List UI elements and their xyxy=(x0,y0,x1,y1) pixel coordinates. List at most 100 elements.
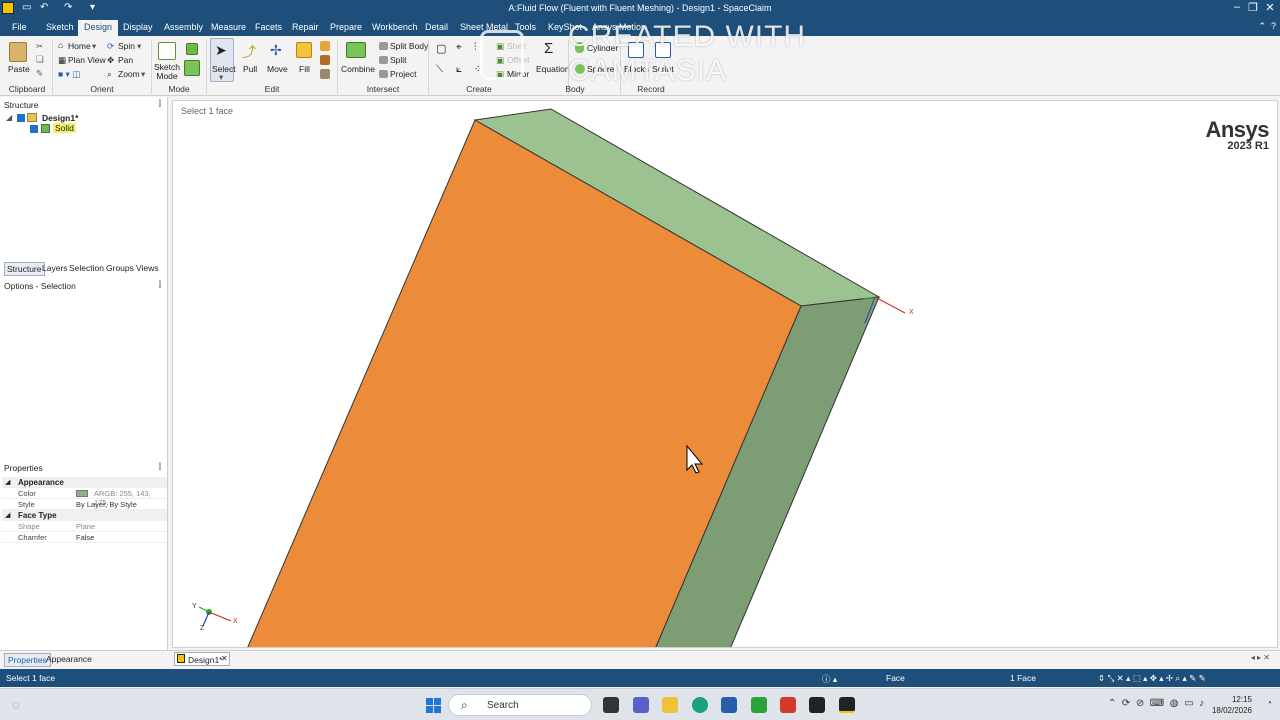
tab-repair[interactable]: Repair xyxy=(286,20,325,35)
camtasia-recorder-icon[interactable] xyxy=(751,697,767,713)
close-icon[interactable]: ✕ xyxy=(1261,1,1279,14)
split-button[interactable]: Split xyxy=(390,55,407,65)
subtab-groups[interactable]: Groups xyxy=(104,262,136,274)
tab-facets[interactable]: Facets xyxy=(249,20,288,35)
project-button[interactable]: Project xyxy=(390,69,416,79)
zoom-dropdown-icon[interactable]: ▾ xyxy=(141,69,145,80)
subtab-layers[interactable]: Layers xyxy=(40,262,70,274)
shell-icon[interactable]: ▣ xyxy=(496,41,504,52)
property-row-style[interactable]: Style By Layer, By Style xyxy=(2,499,167,510)
tab-scroll-arrows-icon[interactable]: ◂ ▸ ✕ xyxy=(1251,653,1270,662)
script-button[interactable]: Script xyxy=(652,64,674,74)
split-body-button[interactable]: Split Body xyxy=(390,41,428,51)
line-icon[interactable]: ⟍ xyxy=(436,64,443,75)
script-icon[interactable] xyxy=(655,42,671,58)
tab-tools[interactable]: Tools xyxy=(509,20,542,35)
subtab-selection[interactable]: Selection xyxy=(67,262,106,274)
pull-icon[interactable]: ⤴ xyxy=(242,42,256,62)
spin-dropdown-icon[interactable]: ▾ xyxy=(137,41,141,52)
cylinder-button[interactable]: Cylinder xyxy=(587,43,618,53)
mirror-button[interactable]: Mirror xyxy=(507,69,529,79)
home-button[interactable]: Home xyxy=(68,41,91,51)
ribbon-help-icon[interactable]: ⌃ ? xyxy=(1258,21,1276,32)
sketch-mode-icon[interactable] xyxy=(158,42,176,60)
paste-icon[interactable] xyxy=(9,42,27,62)
status-tool-icons[interactable]: ⇕ ⤡ ✕ ▴ ⬚ ▴ ✥ ▴ ✢ ⌕ ▴ ✎ ✎ xyxy=(1098,673,1206,684)
tab-display[interactable]: Display xyxy=(117,20,159,35)
tree-item-solid[interactable]: Solid xyxy=(26,123,156,135)
tab-file[interactable]: File xyxy=(6,20,33,35)
plane-icon[interactable]: ⌖ xyxy=(456,42,462,53)
tab-workbench[interactable]: Workbench xyxy=(366,20,423,35)
document-tab-close-icon[interactable]: ✕ xyxy=(221,654,228,663)
sphere-button[interactable]: Sphere xyxy=(587,64,614,74)
pull-button[interactable]: Pull xyxy=(243,64,257,74)
3d-viewport[interactable]: Select 1 face Ansys 2023 R1 X X Y Z xyxy=(172,100,1278,648)
origin-icon[interactable]: ⟀ xyxy=(456,64,462,75)
property-category-face-type[interactable]: ◢ Face Type xyxy=(2,510,167,521)
tab-sheet-metal[interactable]: Sheet Metal xyxy=(454,20,514,35)
teams-icon[interactable] xyxy=(633,697,649,713)
task-view-icon[interactable] xyxy=(603,697,619,713)
copy-icon[interactable]: ❏ xyxy=(36,54,44,65)
home-icon[interactable]: ⌂ xyxy=(58,40,63,50)
sketch-mode-button[interactable]: Sketch Mode xyxy=(152,63,182,81)
edge-icon[interactable] xyxy=(692,697,708,713)
sphere-icon[interactable] xyxy=(575,64,585,74)
cylinder-icon[interactable] xyxy=(575,42,584,53)
file-explorer-icon[interactable] xyxy=(662,697,678,713)
split-body-icon[interactable] xyxy=(379,42,388,50)
mirror-icon[interactable]: ▣ xyxy=(496,69,504,80)
tab-ansys-motion[interactable]: Ansys Motion xyxy=(586,20,652,35)
tab-measure[interactable]: Measure xyxy=(205,20,252,35)
edit-tool-icon-2[interactable] xyxy=(320,55,330,65)
tree-collapse-icon[interactable]: ◢ xyxy=(6,113,12,122)
property-row-chamfer[interactable]: Chamfer False xyxy=(2,532,167,543)
subtab-views[interactable]: Views xyxy=(134,262,161,274)
tab-appearance[interactable]: Appearance xyxy=(43,653,95,665)
shell-button[interactable]: Shell xyxy=(507,41,526,51)
spin-button[interactable]: Spin xyxy=(118,41,135,51)
workbench-icon[interactable] xyxy=(809,697,825,713)
move-icon[interactable]: ✢ xyxy=(270,42,282,59)
plan-view-button[interactable]: Plan View xyxy=(68,55,106,65)
point-icon[interactable]: ⁘ xyxy=(474,64,482,75)
widgets-icon[interactable]: ◌ xyxy=(12,697,20,712)
tab-assembly[interactable]: Assembly xyxy=(158,20,209,35)
tab-sketch[interactable]: Sketch xyxy=(40,20,80,35)
tree-visibility-checkbox[interactable] xyxy=(30,125,38,133)
format-painter-icon[interactable]: ✎ xyxy=(36,68,43,79)
options-panel-pin-icon[interactable]: ⫿ xyxy=(158,280,161,290)
blocks-button[interactable]: Blocks xyxy=(624,64,649,74)
fill-icon[interactable] xyxy=(296,42,312,58)
combine-icon[interactable] xyxy=(346,42,366,58)
edit-tool-icon-1[interactable] xyxy=(320,41,330,51)
taskbar-clock[interactable]: 12:15 18/02/2026 xyxy=(1212,694,1252,716)
tab-prepare[interactable]: Prepare xyxy=(324,20,368,35)
paste-button[interactable]: Paste xyxy=(8,64,30,74)
cut-icon[interactable]: ✂ xyxy=(36,41,43,52)
blocks-icon[interactable] xyxy=(628,42,644,58)
property-row-color[interactable]: Color ARGB: 255, 143, 175, xyxy=(2,488,167,507)
project-icon[interactable] xyxy=(379,70,388,78)
home-dropdown-icon[interactable]: ▾ xyxy=(92,41,96,52)
system-tray-icons[interactable]: ⌃ ⟳ ⊘ ⌨ ◍ ▭ ♪ xyxy=(1108,698,1204,709)
store-icon[interactable] xyxy=(721,697,737,713)
select-arrow-icon[interactable]: ➤ xyxy=(215,42,227,59)
combine-button[interactable]: Combine xyxy=(341,64,375,74)
select-dropdown-icon[interactable]: ▾ xyxy=(219,72,223,83)
view-cube-icon[interactable]: ■ ▾ ◫ xyxy=(58,69,80,80)
properties-panel-pin-icon[interactable]: ⫿ xyxy=(158,462,161,472)
tree-visibility-checkbox[interactable] xyxy=(17,114,25,122)
windows-start-icon[interactable] xyxy=(426,698,441,713)
subtab-structure[interactable]: Structure xyxy=(4,262,45,276)
plan-view-icon[interactable]: ▦ xyxy=(58,55,66,66)
edit-tool-icon-3[interactable] xyxy=(320,69,330,79)
collapse-icon[interactable]: ◢ xyxy=(5,511,10,519)
fill-button[interactable]: Fill xyxy=(299,64,310,74)
equation-icon[interactable]: Σ xyxy=(544,40,553,57)
equation-button[interactable]: Equation xyxy=(536,64,570,74)
taskbar-search[interactable]: ⌕ Search xyxy=(448,694,592,716)
property-category-appearance[interactable]: ◢ Appearance xyxy=(2,477,167,488)
spaceclaim-taskbar-icon[interactable] xyxy=(839,697,855,713)
